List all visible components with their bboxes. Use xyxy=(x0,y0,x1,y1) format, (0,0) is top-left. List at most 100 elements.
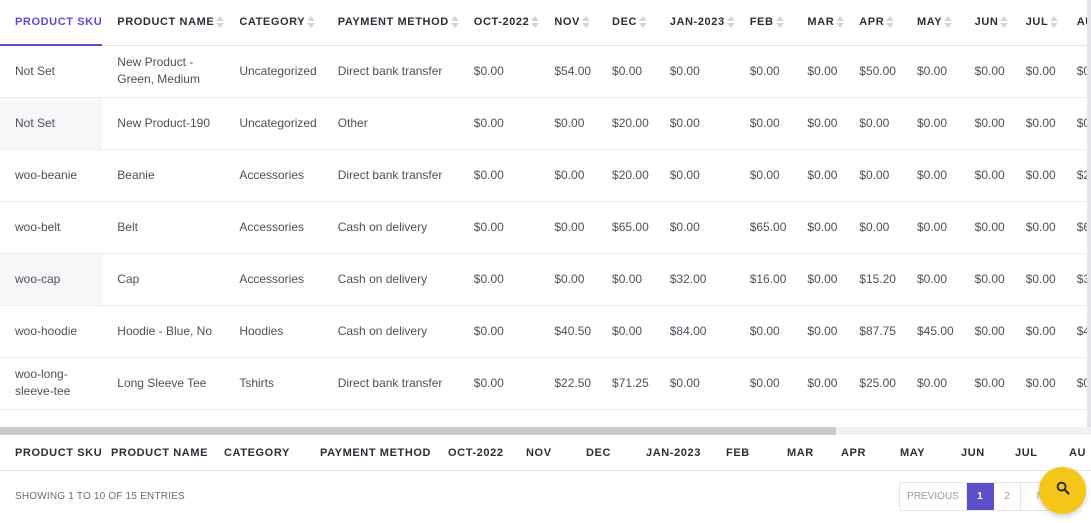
sort-arrows-icon[interactable] xyxy=(775,16,784,29)
table-row: woo-belt Belt Accessories Cash on delivery $… xyxy=(0,201,1091,254)
sort-arrows-icon[interactable] xyxy=(581,16,590,29)
column-header-6[interactable]: DEC xyxy=(597,0,655,46)
table-cell: $25.00 xyxy=(844,357,902,410)
table-cell: $0.00 xyxy=(539,149,598,202)
table-cell: $0.00 xyxy=(792,201,845,254)
table-cell: New Product - Green, Medium xyxy=(102,45,225,98)
table-cell: $0.00 xyxy=(792,149,845,202)
sort-arrows-icon[interactable] xyxy=(1000,16,1009,29)
column-header-0[interactable]: PRODUCT SKU xyxy=(0,0,103,46)
footer-column-header: PRODUCT NAME xyxy=(111,447,209,459)
column-header-4[interactable]: OCT-2022 xyxy=(458,0,540,46)
table-cell: $0.00 xyxy=(844,97,902,150)
previous-page-button[interactable]: PREVIOUS xyxy=(900,483,967,510)
horizontal-scrollbar[interactable] xyxy=(0,427,1091,435)
table-cell: $0.00 xyxy=(1010,201,1062,254)
column-header-label: PRODUCT NAME xyxy=(117,16,215,29)
column-header-9[interactable]: MAR xyxy=(792,0,845,46)
table-cell: $0.00 xyxy=(959,253,1011,306)
footer-column-header: JUN xyxy=(961,447,985,459)
table-body: Not Set New Product - Green, Medium Uncate… xyxy=(0,45,1091,410)
table-cell: woo-long-sleeve-tee xyxy=(0,357,103,410)
table-cell: $0.00 xyxy=(458,149,540,202)
table-row: woo-beanie Beanie Accessories Direct bank t… xyxy=(0,149,1091,202)
sort-arrows-icon[interactable] xyxy=(216,16,225,29)
table-cell: $0.00 xyxy=(844,201,902,254)
sales-table: PRODUCT SKU PRODUCT NAME CATEGORY PAYMENT M… xyxy=(0,0,1091,410)
table-cell: Uncategorized xyxy=(224,97,323,150)
column-header-11[interactable]: MAY xyxy=(901,0,960,46)
sort-arrows-icon[interactable] xyxy=(836,16,845,29)
footer-column-header: CATEGORY xyxy=(224,447,290,459)
sort-arrows-icon[interactable] xyxy=(639,16,648,29)
footer-column-header: PAYMENT METHOD xyxy=(320,447,432,459)
entries-info: SHOWING 1 TO 10 OF 15 ENTRIES xyxy=(15,491,185,502)
table-cell: $0.00 xyxy=(1010,45,1062,98)
column-header-label: MAY xyxy=(916,16,943,29)
table-cell: $65.00 xyxy=(597,201,655,254)
column-header-1[interactable]: PRODUCT NAME xyxy=(102,0,225,46)
table-cell: $0.00 xyxy=(539,253,598,306)
table-cell: $0.00 xyxy=(901,149,960,202)
footer-column-header: MAR xyxy=(787,447,814,459)
table-cell: $0.00 xyxy=(654,201,735,254)
sort-arrows-icon[interactable] xyxy=(307,16,316,29)
column-header-label: OCT-2022 xyxy=(473,16,530,29)
table-cell: Not Set xyxy=(0,97,103,150)
column-header-label: JUN xyxy=(974,16,999,29)
sort-arrows-icon[interactable] xyxy=(531,16,540,29)
column-header-8[interactable]: FEB xyxy=(734,0,793,46)
table-cell: $0.00 xyxy=(458,97,540,150)
page-2-button[interactable]: 2 xyxy=(994,483,1021,510)
sort-arrows-icon[interactable] xyxy=(886,16,895,29)
table-cell: woo-cap xyxy=(0,253,103,306)
table-cell: $84.00 xyxy=(654,305,735,358)
table-cell: $0.00 xyxy=(792,253,845,306)
sort-arrows-icon[interactable] xyxy=(944,16,953,29)
column-header-label: DEC xyxy=(612,16,638,29)
sort-arrows-icon[interactable] xyxy=(726,16,735,29)
table-cell: $45.00 xyxy=(901,305,960,358)
table-cell: $0.00 xyxy=(1010,357,1062,410)
table-cell: $0.00 xyxy=(458,305,540,358)
table-cell: $20.00 xyxy=(597,97,655,150)
table-cell: $0.00 xyxy=(458,357,540,410)
table-cell: $40.50 xyxy=(539,305,598,358)
footer-column-header: JUL xyxy=(1015,447,1038,459)
column-header-label: PRODUCT SKU xyxy=(15,16,103,28)
column-header-2[interactable]: CATEGORY xyxy=(224,0,323,46)
column-header-13[interactable]: JUL xyxy=(1010,0,1062,46)
column-header-5[interactable]: NOV xyxy=(539,0,598,46)
table-cell: $0.00 xyxy=(959,149,1011,202)
table-cell: $0.00 xyxy=(792,305,845,358)
column-header-10[interactable]: APR xyxy=(844,0,902,46)
table-cell: $0.00 xyxy=(792,45,845,98)
column-header-7[interactable]: JAN-2023 xyxy=(654,0,735,46)
table-cell: $50.00 xyxy=(844,45,902,98)
table-row: woo-long-sleeve-tee Long Sleeve Tee Tshirt… xyxy=(0,357,1091,410)
table-cell: Cash on delivery xyxy=(322,201,459,254)
search-fab-button[interactable] xyxy=(1039,467,1086,514)
table-header-row: PRODUCT SKU PRODUCT NAME CATEGORY PAYMENT M… xyxy=(0,0,1091,46)
sort-arrows-icon[interactable] xyxy=(1050,16,1059,29)
table-row: woo-hoodie Hoodie - Blue, No Hoodies Cash o… xyxy=(0,305,1091,358)
table-cell: woo-belt xyxy=(0,201,103,254)
table-cell: Hoodies xyxy=(224,305,323,358)
table-cell: $0.00 xyxy=(597,305,655,358)
column-header-3[interactable]: PAYMENT METHOD xyxy=(322,0,459,46)
column-header-12[interactable]: JUN xyxy=(959,0,1011,46)
table-cell: $0.00 xyxy=(959,45,1011,98)
table-cell: $0.00 xyxy=(654,97,735,150)
table-cell: $15.20 xyxy=(844,253,902,306)
table-cell: Cash on delivery xyxy=(322,253,459,306)
sort-arrows-icon[interactable] xyxy=(450,16,459,29)
page-1-button[interactable]: 1 xyxy=(967,483,994,510)
table-cell: $71.25 xyxy=(597,357,655,410)
footer-column-header: FEB xyxy=(726,447,750,459)
table-row: woo-cap Cap Accessories Cash on delivery $0.… xyxy=(0,253,1091,306)
footer-column-header: PRODUCT SKU xyxy=(15,447,103,459)
data-table-container: PRODUCT SKU PRODUCT NAME CATEGORY PAYMENT M… xyxy=(0,0,1091,435)
scrollbar-thumb[interactable] xyxy=(0,427,836,435)
table-cell: $0.00 xyxy=(1010,149,1062,202)
column-header-label: NOV xyxy=(554,16,580,29)
